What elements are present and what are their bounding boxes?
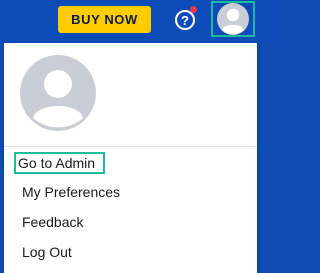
top-bar: BUY NOW ? bbox=[0, 0, 279, 42]
buy-now-button[interactable]: BUY NOW bbox=[58, 6, 151, 33]
menu-profile-header bbox=[4, 43, 257, 147]
help-icon[interactable]: ? bbox=[175, 10, 195, 30]
menu-item-go-to-admin[interactable]: Go to Admin bbox=[14, 152, 106, 174]
account-avatar-button[interactable] bbox=[211, 1, 255, 37]
menu-item-feedback[interactable]: Feedback bbox=[22, 214, 83, 230]
account-dropdown-menu: Go to Admin My Preferences Feedback Log … bbox=[4, 43, 257, 273]
notification-dot bbox=[190, 6, 197, 13]
menu-item-log-out[interactable]: Log Out bbox=[22, 244, 72, 260]
profile-avatar-icon bbox=[20, 55, 96, 131]
user-avatar-icon bbox=[217, 3, 249, 35]
menu-item-my-preferences[interactable]: My Preferences bbox=[22, 184, 120, 200]
